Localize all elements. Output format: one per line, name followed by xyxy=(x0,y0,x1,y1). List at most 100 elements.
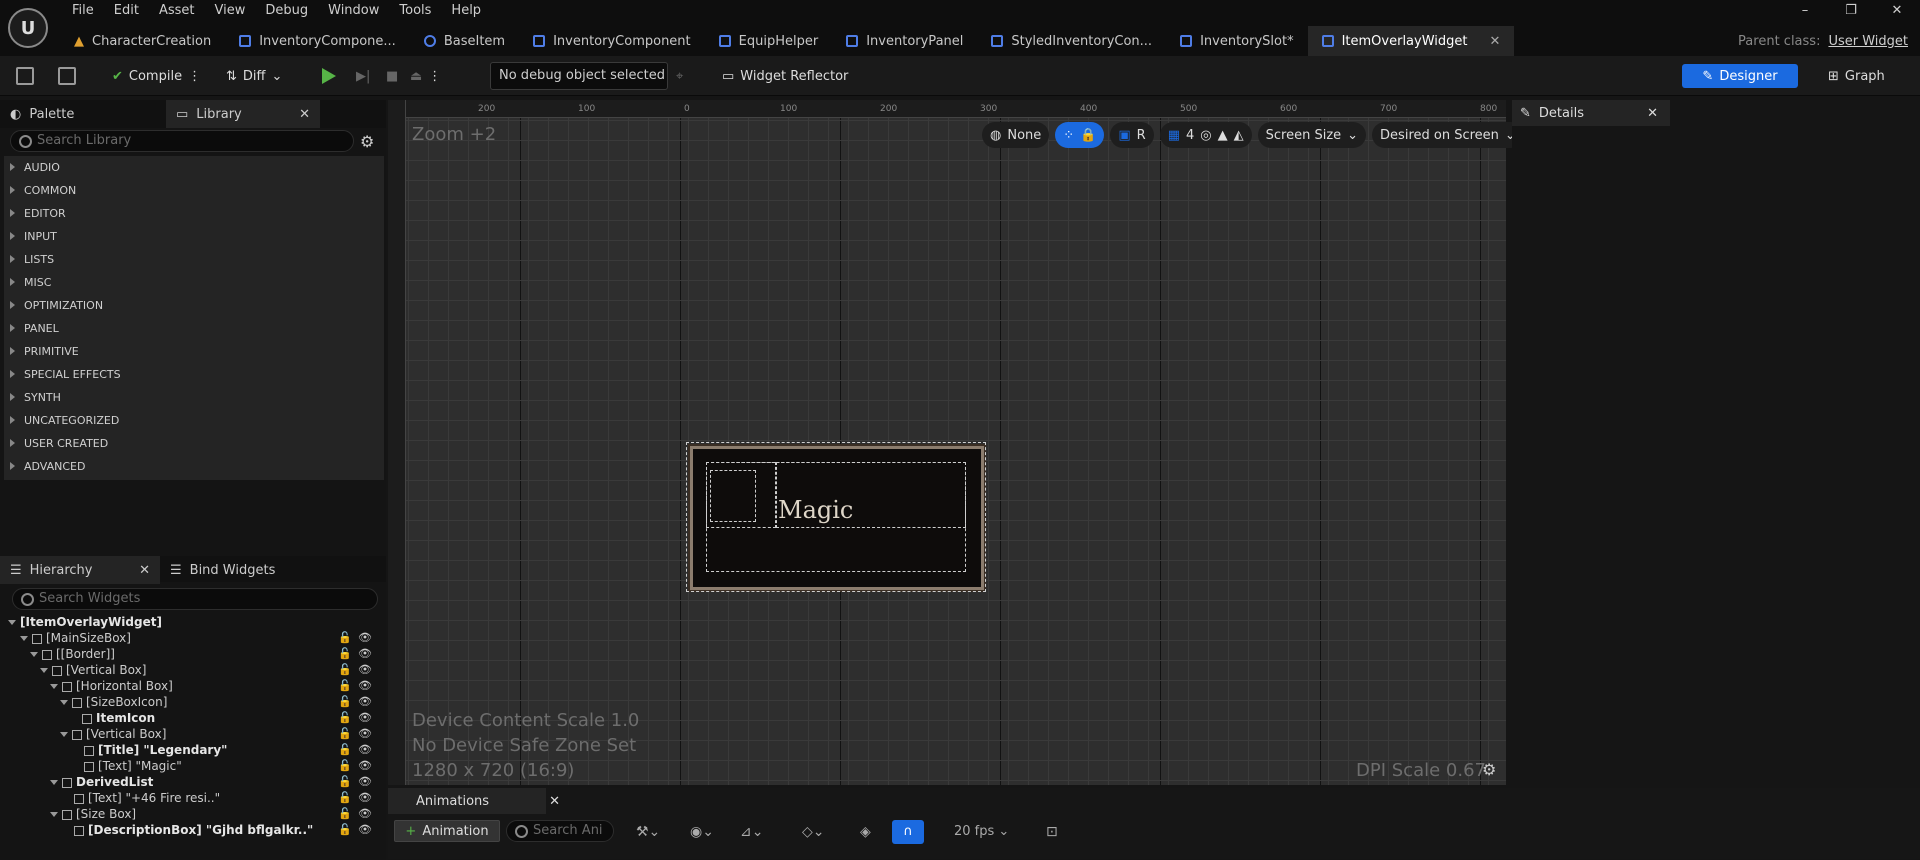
tab-inventory-slot[interactable]: InventorySlot* xyxy=(1166,26,1308,56)
step-button[interactable]: ▶| xyxy=(356,63,370,89)
category-primitive[interactable]: PRIMITIVE xyxy=(4,340,384,363)
tree-row[interactable]: DerivedList 🔓👁 xyxy=(0,774,386,790)
menu-file[interactable]: File xyxy=(62,2,104,20)
tab-styled-inventory[interactable]: StyledInventoryCon... xyxy=(977,26,1166,56)
menu-view[interactable]: View xyxy=(205,2,256,20)
play-button[interactable] xyxy=(322,63,336,89)
tab-inventory-panel[interactable]: InventoryPanel xyxy=(832,26,977,56)
respect-locks-toggle[interactable]: ▣ R xyxy=(1110,122,1154,148)
lock-toggle[interactable]: ⁘ 🔒 xyxy=(1055,122,1105,148)
tree-row[interactable]: ItemIcon 🔓👁 xyxy=(0,710,386,726)
unreal-logo[interactable]: U xyxy=(8,8,48,48)
timeline-icon[interactable]: ⊡ xyxy=(1046,824,1058,840)
lock-visibility-icons[interactable]: 🔓👁 xyxy=(338,710,378,726)
browse-button[interactable] xyxy=(58,63,76,89)
lock-visibility-icons[interactable]: 🔓👁 xyxy=(338,662,378,678)
tree-row[interactable]: [ItemOverlayWidget] xyxy=(0,614,386,630)
tree-row[interactable]: [Vertical Box] 🔓👁 xyxy=(0,726,386,742)
close-icon[interactable]: ✕ xyxy=(1647,106,1658,121)
category-panel[interactable]: PANEL xyxy=(4,317,384,340)
screen-size-select[interactable]: Screen Size ⌄ xyxy=(1257,122,1367,148)
lock-visibility-icons[interactable]: 🔓👁 xyxy=(338,646,378,662)
lock-visibility-icons[interactable]: 🔓👁 xyxy=(338,774,378,790)
lock-visibility-icons[interactable]: 🔓👁 xyxy=(338,742,378,758)
menu-help[interactable]: Help xyxy=(441,2,491,20)
tab-inventory-component[interactable]: InventoryComponent xyxy=(519,26,705,56)
more-icon[interactable]: ⋮ xyxy=(428,69,441,84)
eye-icon[interactable]: ◉⌄ xyxy=(690,824,714,840)
keyframe-icon[interactable]: ◇⌄ xyxy=(802,824,825,840)
menu-debug[interactable]: Debug xyxy=(255,2,318,20)
tree-row[interactable]: [Text] "Magic" 🔓👁 xyxy=(0,758,386,774)
lock-visibility-icons[interactable]: 🔓👁 xyxy=(338,806,378,822)
lock-visibility-icons[interactable]: 🔓👁 xyxy=(338,822,378,838)
tree-row[interactable]: [SizeBoxIcon] 🔓👁 xyxy=(0,694,386,710)
category-misc[interactable]: MISC xyxy=(4,271,384,294)
search-library-input[interactable]: Search Library xyxy=(10,130,354,152)
chevron-down-icon[interactable] xyxy=(8,620,16,625)
lock-visibility-icons[interactable]: 🔓👁 xyxy=(338,678,378,694)
close-icon[interactable]: ✕ xyxy=(299,107,310,122)
minimize-icon[interactable]: – xyxy=(1782,2,1828,20)
tree-row[interactable]: [Horizontal Box] 🔓👁 xyxy=(0,678,386,694)
tab-equip-helper[interactable]: EquipHelper xyxy=(705,26,833,56)
diff-button[interactable]: ⇅ Diff ⌄ xyxy=(226,63,282,89)
tree-row[interactable]: [Vertical Box] 🔓👁 xyxy=(0,662,386,678)
tab-item-overlay-widget[interactable]: ItemOverlayWidget ✕ xyxy=(1307,26,1515,56)
chevron-down-icon[interactable] xyxy=(40,668,48,673)
preview-mode-button[interactable]: ◍ None xyxy=(982,122,1050,148)
menu-window[interactable]: Window xyxy=(318,2,389,20)
parent-class-link[interactable]: User Widget xyxy=(1828,34,1908,49)
snap-magnet-icon[interactable]: ∩ xyxy=(892,820,924,844)
category-uncategorized[interactable]: UNCATEGORIZED xyxy=(4,409,384,432)
compile-button[interactable]: ✔ Compile ⋮ xyxy=(112,63,201,89)
add-animation-button[interactable]: + Animation xyxy=(394,820,500,842)
chevron-down-icon[interactable] xyxy=(60,700,68,705)
tree-row[interactable]: [[Border]] 🔓👁 xyxy=(0,646,386,662)
chevron-down-icon[interactable] xyxy=(20,636,28,641)
tab-base-item[interactable]: BaseItem xyxy=(410,26,519,56)
tab-inventory-compone[interactable]: InventoryCompone... xyxy=(225,26,410,56)
triangle-icon[interactable]: ◭ xyxy=(1234,128,1244,143)
tree-row[interactable]: [Title] "Legendary" 🔓👁 xyxy=(0,742,386,758)
key-icon[interactable]: ◈ xyxy=(860,824,871,840)
category-special-effects[interactable]: SPECIAL EFFECTS xyxy=(4,363,384,386)
tab-character-creation[interactable]: ▲ CharacterCreation xyxy=(60,26,225,56)
widget-reflector-button[interactable]: ▭ Widget Reflector xyxy=(722,63,848,89)
fps-select[interactable]: 20 fps ⌄ xyxy=(954,824,1009,839)
category-common[interactable]: COMMON xyxy=(4,179,384,202)
lock-visibility-icons[interactable]: 🔓👁 xyxy=(338,726,378,742)
eject-button[interactable]: ⏏ ⋮ xyxy=(410,63,441,89)
tab-bind-widgets[interactable]: ☰ Bind Widgets xyxy=(160,556,310,584)
settings-icon[interactable]: ⚙ xyxy=(360,132,374,151)
debug-target-button[interactable]: ⌖ xyxy=(676,63,683,89)
menu-tools[interactable]: Tools xyxy=(389,2,441,20)
grid-snap-toggle[interactable]: ▦ 4 ◎ ▲ ◭ xyxy=(1159,122,1252,148)
tab-animations[interactable]: Animations ✕ xyxy=(388,788,560,814)
cursor-icon[interactable]: ◎ xyxy=(1200,128,1211,143)
filter-icon[interactable]: ⊿⌄ xyxy=(740,824,763,840)
category-input[interactable]: INPUT xyxy=(4,225,384,248)
lock-visibility-icons[interactable]: 🔓👁 xyxy=(338,758,378,774)
lock-visibility-icons[interactable]: 🔓👁 xyxy=(338,790,378,806)
tab-library[interactable]: ▭ Library ✕ xyxy=(166,100,320,128)
chevron-down-icon[interactable] xyxy=(60,732,68,737)
wrench-icon[interactable]: ⚒⌄ xyxy=(636,824,660,840)
menu-asset[interactable]: Asset xyxy=(149,2,205,20)
category-lists[interactable]: LISTS xyxy=(4,248,384,271)
tab-palette[interactable]: ◐ Palette xyxy=(0,100,166,128)
debug-object-select[interactable]: No debug object selected ⌄ xyxy=(490,62,668,109)
tab-details[interactable]: ✎ Details ✕ xyxy=(1512,100,1670,126)
save-button[interactable] xyxy=(16,63,34,89)
gear-icon[interactable]: ⚙ xyxy=(1482,760,1496,779)
tree-row[interactable]: [Text] "+46 Fire resi.." 🔓👁 xyxy=(0,790,386,806)
menu-edit[interactable]: Edit xyxy=(104,2,149,20)
close-tab-icon[interactable]: ✕ xyxy=(1490,34,1501,49)
image-icon[interactable]: ▲ xyxy=(1218,128,1228,143)
close-icon[interactable]: ✕ xyxy=(549,794,560,809)
search-animation-input[interactable]: Search Ani xyxy=(506,820,614,842)
chevron-down-icon[interactable] xyxy=(30,652,38,657)
close-icon[interactable]: ✕ xyxy=(139,563,150,578)
desired-on-screen-select[interactable]: Desired on Screen ⌄ xyxy=(1372,122,1524,148)
tree-row[interactable]: [Size Box] 🔓👁 xyxy=(0,806,386,822)
